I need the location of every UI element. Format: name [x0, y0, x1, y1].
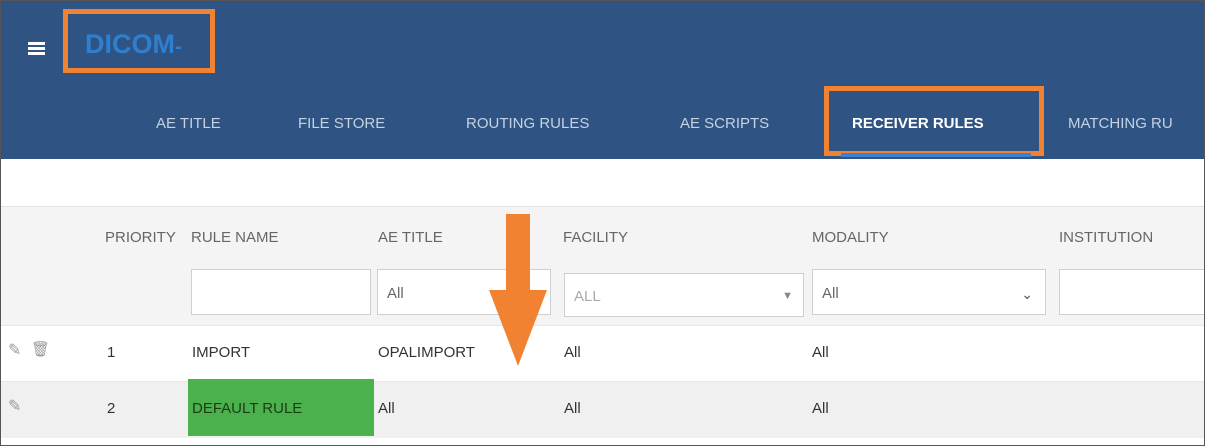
active-tab-underline — [841, 153, 1031, 157]
chevron-down-icon: ⌄ — [1021, 286, 1033, 302]
facility-cell: All — [564, 344, 581, 361]
down-arrow-annotation-icon — [489, 214, 547, 366]
rule-name-filter-input[interactable] — [191, 269, 371, 315]
column-header-facility[interactable]: FACILITY — [563, 229, 628, 246]
tab-file-store[interactable]: FILE STORE — [298, 115, 385, 132]
top-navigation-bar: DICOM- AE TITLE FILE STORE ROUTING RULES… — [1, 1, 1204, 159]
rule-name-cell: IMPORT — [192, 344, 251, 361]
column-header-rule-name[interactable]: RULE NAME — [191, 229, 279, 246]
tab-ae-scripts[interactable]: AE SCRIPTS — [680, 115, 769, 132]
table-row[interactable] — [1, 381, 1204, 438]
modality-cell: All — [812, 344, 829, 361]
facility-filter-value: ALL — [574, 288, 601, 305]
modality-cell: All — [812, 400, 829, 417]
dropdown-caret-icon: ▼ — [782, 290, 793, 302]
ae-title-cell: All — [378, 400, 395, 417]
facility-filter-select[interactable]: ALL ▼ — [564, 273, 804, 317]
priority-cell: 1 — [107, 344, 116, 361]
brand-dropdown[interactable]: DICOM- — [85, 29, 182, 60]
brand-dropdown-caret: - — [175, 36, 182, 58]
column-header-priority[interactable]: PRIORITY — [105, 229, 176, 246]
brand-label: DICOM — [85, 29, 175, 59]
tab-ae-title[interactable]: AE TITLE — [156, 115, 221, 132]
table-row[interactable] — [1, 325, 1204, 382]
facility-cell: All — [564, 400, 581, 417]
pencil-icon[interactable]: ✎ — [8, 340, 21, 360]
pencil-icon[interactable]: ✎ — [8, 396, 21, 416]
modality-filter-value: All — [822, 285, 839, 302]
column-header-modality[interactable]: MODALITY — [812, 229, 889, 246]
rule-name-cell: DEFAULT RULE — [192, 400, 303, 417]
hamburger-menu-icon[interactable] — [28, 42, 45, 56]
tab-matching-rules[interactable]: MATCHING RU — [1068, 115, 1173, 132]
priority-cell: 2 — [107, 400, 116, 417]
institution-filter-input[interactable] — [1059, 269, 1204, 315]
ae-title-cell: OPALIMPORT — [378, 344, 475, 361]
app-frame: DICOM- AE TITLE FILE STORE ROUTING RULES… — [0, 0, 1205, 446]
tab-routing-rules[interactable]: ROUTING RULES — [466, 115, 589, 132]
column-header-institution[interactable]: INSTITUTION — [1059, 229, 1153, 246]
active-tab-highlight-box — [824, 86, 1044, 156]
modality-filter-select[interactable]: All ⌄ — [812, 269, 1046, 315]
column-header-ae-title[interactable]: AE TITLE — [378, 229, 443, 246]
trash-icon[interactable]: 🗑 — [31, 340, 50, 358]
